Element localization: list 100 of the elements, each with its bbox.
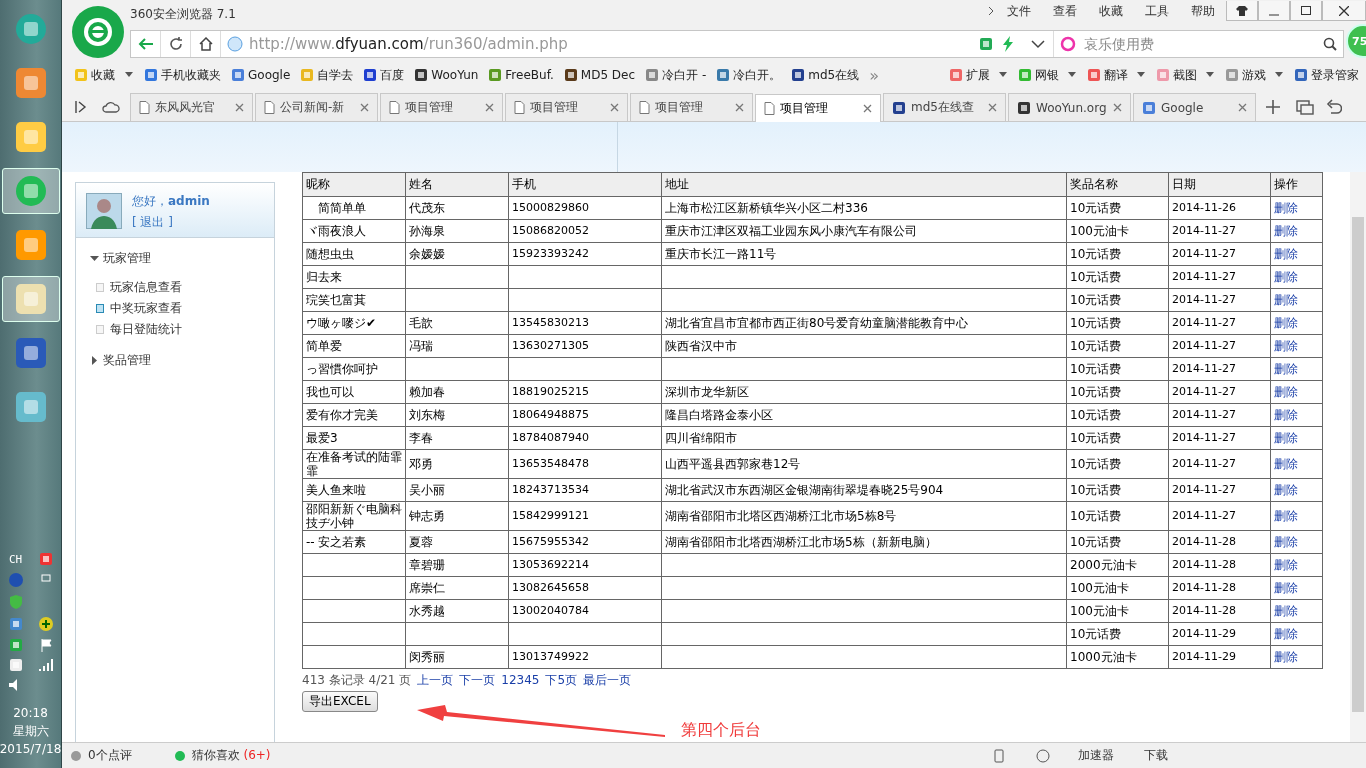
search-field[interactable]: 哀乐使用费 <box>1081 35 1318 53</box>
menu-item[interactable]: 中奖玩家查看 <box>90 298 274 319</box>
toolbar-button[interactable]: 翻译 <box>1087 66 1146 84</box>
delete-link[interactable]: 删除 <box>1274 408 1298 422</box>
search-icon[interactable] <box>1323 37 1337 51</box>
taskbar-app[interactable] <box>1 168 60 214</box>
taskbar-app[interactable] <box>1 276 60 322</box>
menu-item[interactable]: 收藏 <box>1088 2 1134 20</box>
bookmark[interactable]: 收藏 <box>74 66 134 84</box>
menu-item[interactable]: 每日登陆统计 <box>90 319 274 340</box>
address-bar[interactable]: http://www.dfyuan.com/run360/admin.php 哀乐使用费 <box>130 30 1344 58</box>
close-icon[interactable] <box>863 104 872 113</box>
export-button[interactable]: 导出EXCEL <box>302 691 378 712</box>
close-button[interactable] <box>1322 1 1366 21</box>
delete-link[interactable]: 删除 <box>1274 558 1298 572</box>
toolbar-button[interactable]: 登录管家 <box>1294 66 1359 84</box>
delete-link[interactable]: 删除 <box>1274 604 1298 618</box>
browser-tab[interactable]: 项目管理 <box>630 93 753 121</box>
scrollbar-thumb[interactable] <box>1352 217 1364 712</box>
collapsed-arrow-icon[interactable] <box>90 356 99 365</box>
dropdown-icon[interactable] <box>1031 39 1045 49</box>
bookmark[interactable]: 冷白开。 <box>716 66 782 84</box>
toolbar-button[interactable]: 扩展 <box>949 66 1008 84</box>
skin-button[interactable] <box>1226 1 1258 21</box>
close-icon[interactable] <box>1238 103 1247 112</box>
menu-item[interactable]: 玩家信息查看 <box>90 277 274 298</box>
browser-icon[interactable] <box>1036 748 1050 763</box>
delete-link[interactable]: 删除 <box>1274 509 1298 523</box>
pager-link[interactable]: 最后一页 <box>583 671 632 689</box>
logout-link[interactable]: [ 退出 ] <box>132 214 210 231</box>
menu-item[interactable]: 工具 <box>1134 2 1180 20</box>
browser-tab[interactable]: 项目管理 <box>755 94 881 122</box>
browser-tab[interactable]: 项目管理 <box>380 93 503 121</box>
delete-link[interactable]: 删除 <box>1274 270 1298 284</box>
status-button[interactable]: 下载 <box>1144 747 1168 764</box>
delete-link[interactable]: 删除 <box>1274 535 1298 549</box>
lightning-icon[interactable] <box>1001 36 1015 52</box>
toolbar-button[interactable]: 网银 <box>1018 66 1077 84</box>
status-button[interactable]: 加速器 <box>1078 747 1114 764</box>
undo-icon[interactable] <box>1326 99 1342 115</box>
menu-item[interactable]: 文件 <box>996 2 1042 20</box>
maximize-button[interactable] <box>1290 1 1322 21</box>
bookmark[interactable]: 自学去 <box>300 66 354 84</box>
close-icon[interactable] <box>610 103 619 112</box>
menu-group[interactable]: 奖品管理 <box>90 352 274 369</box>
delete-link[interactable]: 删除 <box>1274 483 1298 497</box>
browser-tab[interactable]: Google <box>1133 93 1256 121</box>
flag-icon[interactable] <box>38 638 53 652</box>
close-icon[interactable] <box>988 103 997 112</box>
delete-link[interactable]: 删除 <box>1274 339 1298 353</box>
delete-link[interactable]: 删除 <box>1274 247 1298 261</box>
close-icon[interactable] <box>235 103 244 112</box>
close-icon[interactable] <box>485 103 494 112</box>
pager-link[interactable]: 下5页 <box>545 671 578 689</box>
bookmark[interactable]: 百度 <box>363 66 405 84</box>
delete-link[interactable]: 删除 <box>1274 293 1298 307</box>
scrollbar[interactable] <box>1350 172 1366 742</box>
toolbar-button[interactable]: 截图 <box>1156 66 1215 84</box>
delete-link[interactable]: 删除 <box>1274 627 1298 641</box>
bookmark[interactable]: Google <box>231 68 291 82</box>
delete-link[interactable]: 删除 <box>1274 650 1298 664</box>
clock[interactable]: 20:18 星期六 2015/7/18 <box>0 704 62 768</box>
bookmark[interactable]: md5在线 <box>791 66 860 84</box>
toolbar-button[interactable]: 游戏 <box>1225 66 1284 84</box>
bookmark[interactable]: 手机收藏夹 <box>144 66 221 84</box>
browser-tab[interactable]: WooYun.org <box>1008 93 1131 121</box>
browser-tab[interactable]: md5在线查 <box>883 93 1006 121</box>
bookmark[interactable]: MD5 Dec <box>563 68 636 82</box>
bookmark[interactable]: WooYun <box>414 68 479 82</box>
chevron-icon[interactable] <box>986 6 996 16</box>
close-icon[interactable] <box>360 103 369 112</box>
delete-link[interactable]: 删除 <box>1274 457 1298 471</box>
cloud-icon[interactable] <box>102 100 120 114</box>
menu-item[interactable]: 帮助 <box>1180 2 1226 20</box>
close-icon[interactable] <box>1113 103 1122 112</box>
comments-count[interactable]: 0个点评 <box>88 747 132 764</box>
browser-tab[interactable]: 项目管理 <box>505 93 628 121</box>
pager-link[interactable]: 上一页 <box>417 671 454 689</box>
signal-icon[interactable] <box>37 658 54 672</box>
menu-item[interactable]: 查看 <box>1042 2 1088 20</box>
delete-link[interactable]: 删除 <box>1274 385 1298 399</box>
expanded-arrow-icon[interactable] <box>90 254 99 263</box>
browser-tab[interactable]: 东风风光官 <box>130 93 253 121</box>
delete-link[interactable]: 删除 <box>1274 362 1298 376</box>
delete-link[interactable]: 删除 <box>1274 581 1298 595</box>
bookmark[interactable]: FreeBuf. <box>488 68 554 82</box>
new-tab-icon[interactable] <box>1266 100 1280 114</box>
plus-icon[interactable] <box>37 616 54 632</box>
bookmark[interactable]: 冷白开 - <box>645 66 707 84</box>
sidebar-toggle-icon[interactable] <box>74 100 88 114</box>
pager-link[interactable]: 下一页 <box>459 671 496 689</box>
recommendations-link[interactable]: 猜你喜欢 (6+) <box>191 747 271 764</box>
phone-icon[interactable] <box>994 748 1004 763</box>
tab-list-icon[interactable] <box>1296 99 1314 115</box>
delete-link[interactable]: 删除 <box>1274 224 1298 238</box>
input-language[interactable]: CH <box>8 552 23 566</box>
shield-icon[interactable] <box>7 594 24 610</box>
pager-link[interactable]: 12345 <box>501 673 540 687</box>
browser-tab[interactable]: 公司新闻-新 <box>255 93 378 121</box>
delete-link[interactable]: 删除 <box>1274 431 1298 445</box>
